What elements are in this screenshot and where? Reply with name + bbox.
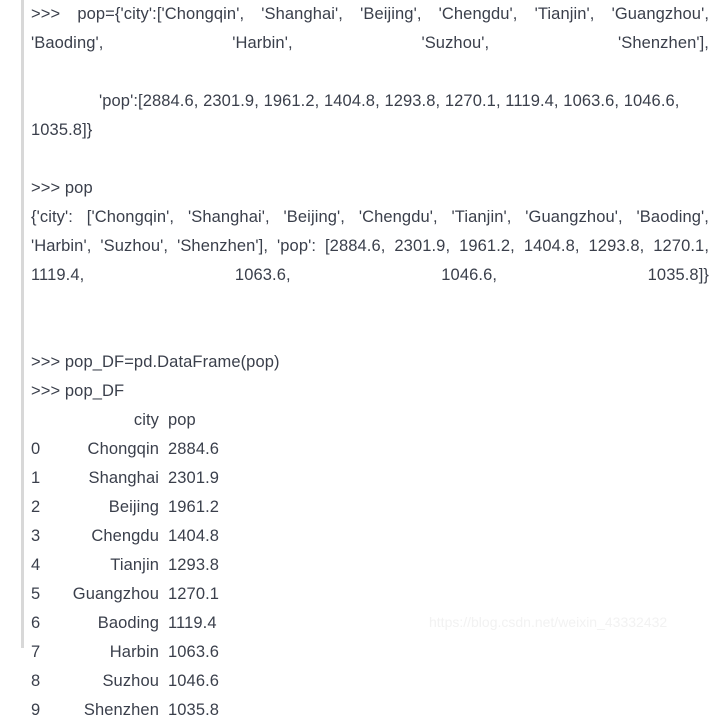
row-pop: 1046.6 (168, 672, 220, 690)
table-row: 2 Beijing 1961.2 (31, 493, 219, 522)
row-index: 2 (31, 498, 41, 516)
row-city: Shanghai (88, 469, 159, 487)
csdn-watermark: https://blog.csdn.net/weixin_43332432 (429, 614, 668, 630)
console-entry-echo: >>> pop {'city': ['Chongqin', 'Shanghai'… (31, 174, 709, 319)
table-row: 3 Chengdu 1404.8 (31, 522, 219, 551)
table-header-row: city pop (31, 406, 219, 435)
assign-statement-part2: 'pop':[2884.6, 2301.9, 1961.2, 1404.8, 1… (31, 87, 709, 145)
row-index: 8 (31, 672, 41, 690)
show-command: >>> pop_DF (31, 382, 125, 400)
column-header-index (31, 406, 51, 435)
row-index: 1 (31, 469, 41, 487)
table-row: 5 Guangzhou 1270.1 (31, 580, 219, 609)
table-row: 9 Shenzhen 1035.8 (31, 696, 219, 725)
dataframe-table: city pop 0 Chongqin 2884.6 1 Shanghai 23… (31, 406, 219, 725)
row-city: Baoding (97, 614, 159, 632)
row-city: Beijing (108, 498, 159, 516)
row-pop: 1270.1 (168, 585, 220, 603)
row-index: 4 (31, 556, 41, 574)
assign-statement-part2-text: 'pop':[2884.6, 2301.9, 1961.2, 1404.8, 1… (31, 92, 680, 139)
table-row: 1 Shanghai 2301.9 (31, 464, 219, 493)
console-output: >>> pop={'city':['Chongqin', 'Shanghai',… (31, 0, 709, 719)
table-row: 0 Chongqin 2884.6 (31, 435, 219, 464)
assign-statement-part1: >>> pop={'city':['Chongqin', 'Shanghai',… (31, 5, 709, 52)
row-pop: 1119.4 (168, 614, 217, 632)
row-index: 6 (31, 614, 41, 632)
column-header-city: city (133, 411, 159, 429)
row-index: 3 (31, 527, 41, 545)
row-city: Guangzhou (72, 585, 159, 603)
dataframe-header: city pop (31, 406, 219, 435)
row-pop: 1404.8 (168, 527, 220, 545)
echo-command: >>> pop (31, 179, 93, 197)
row-city: Chengdu (91, 527, 159, 545)
row-index: 7 (31, 643, 41, 661)
row-index: 0 (31, 440, 41, 458)
row-pop: 1063.6 (168, 643, 220, 661)
row-index: 9 (31, 701, 41, 719)
row-index: 5 (31, 585, 41, 603)
dataframe-command: >>> pop_DF=pd.DataFrame(pop) (31, 353, 280, 371)
row-city: Chongqin (87, 440, 159, 458)
table-row: 4 Tianjin 1293.8 (31, 551, 219, 580)
table-row: 6 Baoding 1119.4 (31, 609, 219, 638)
echo-output: {'city': ['Chongqin', 'Shanghai', 'Beiji… (31, 208, 709, 284)
row-city: Harbin (109, 643, 159, 661)
row-pop: 1961.2 (168, 498, 220, 516)
table-row: 8 Suzhou 1046.6 (31, 667, 219, 696)
console-entry-assign: >>> pop={'city':['Chongqin', 'Shanghai',… (31, 0, 709, 145)
console-gutter-rule (21, 0, 24, 648)
row-pop: 1293.8 (168, 556, 220, 574)
row-pop: 2884.6 (168, 440, 220, 458)
row-pop: 1035.8 (168, 701, 220, 719)
row-city: Shenzhen (83, 701, 159, 719)
row-pop: 2301.9 (168, 469, 220, 487)
column-header-pop: pop (168, 411, 196, 429)
dataframe-body: 0 Chongqin 2884.6 1 Shanghai 2301.9 2 Be… (31, 435, 219, 725)
console-entry-dataframe: >>> pop_DF=pd.DataFrame(pop) >>> pop_DF … (31, 348, 709, 725)
table-row: 7 Harbin 1063.6 (31, 638, 219, 667)
row-city: Tianjin (110, 556, 159, 574)
row-city: Suzhou (102, 672, 159, 690)
